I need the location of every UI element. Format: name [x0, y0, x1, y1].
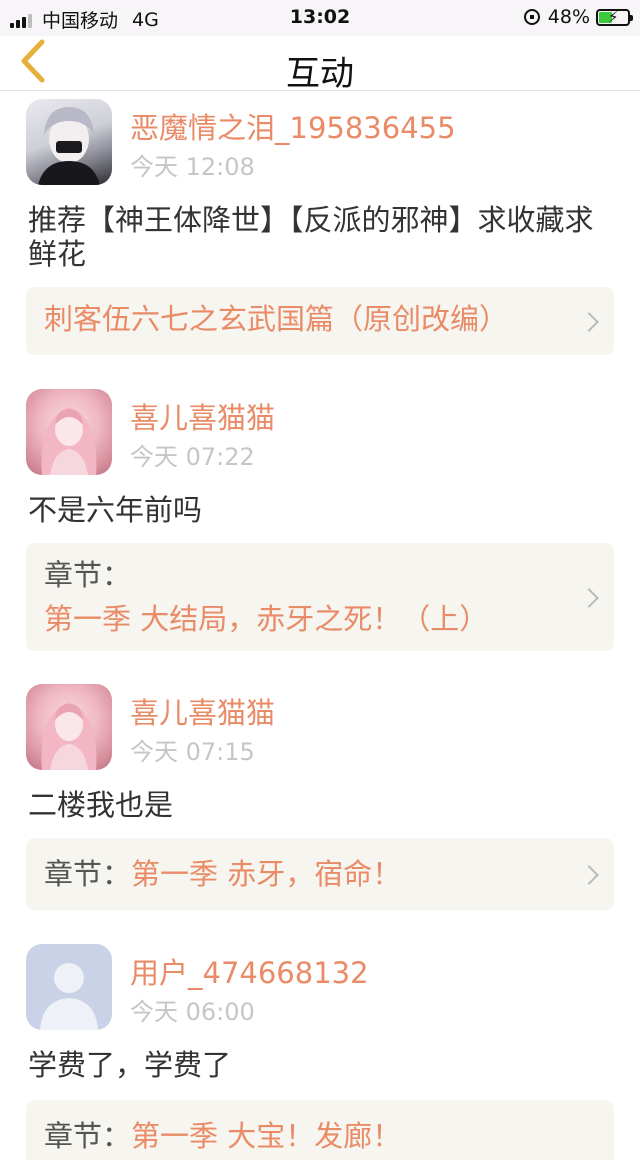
status-bar: 中国移动 4G 13:02 48% ⚡: [0, 0, 640, 36]
rotation-lock-icon: [523, 9, 540, 25]
comment-item: 喜儿喜猫猫 今天 07:22 不是六年前吗 章节： 第一季 大结局，赤牙之死！（上…: [0, 381, 640, 676]
comment-item: 恶魔情之泪_195836455 今天 12:08 推荐【神王体降世】【反派的邪神…: [0, 91, 640, 381]
novel-link-card[interactable]: 刺客伍六七之玄武国篇（原创改编）: [26, 287, 614, 355]
username[interactable]: 用户_474668132: [130, 950, 369, 992]
anime-girl-avatar[interactable]: [26, 684, 112, 770]
chapter-link-card[interactable]: 章节：第一季 赤牙，宿命！: [26, 838, 614, 910]
username[interactable]: 喜儿喜猫猫: [130, 395, 275, 437]
chapter-title: 第一季 大结局，赤牙之死！（上）: [44, 602, 489, 636]
battery-icon: ⚡: [596, 8, 633, 26]
post-time: 今天 12:08: [130, 153, 255, 181]
post-time: 今天 07:22: [130, 443, 255, 471]
anime-girl-avatar[interactable]: [26, 389, 112, 475]
chapter-label: 章节：: [44, 857, 132, 891]
chapter-link-card[interactable]: 章节：第一季 大宝！发廊！: [26, 1100, 614, 1160]
post-time: 今天 07:15: [130, 738, 255, 766]
nav-bar: 互动: [0, 36, 640, 94]
status-right: 48% ⚡: [523, 6, 633, 28]
comment-item: 喜儿喜猫猫 今天 07:15 二楼我也是 章节：第一季 赤牙，宿命！: [0, 676, 640, 936]
comment-item: 用户_474668132 今天 06:00 学费了，学费了 章节：第一季 大宝！…: [0, 936, 640, 1160]
card-title: 刺客伍六七之玄武国篇（原创改编）: [44, 302, 509, 336]
comment-text: 不是六年前吗: [28, 493, 203, 527]
post-time: 今天 06:00: [130, 998, 255, 1026]
chevron-right-icon: [579, 865, 599, 885]
username[interactable]: 喜儿喜猫猫: [130, 690, 275, 732]
chevron-right-icon: [579, 588, 599, 608]
comment-text: 学费了，学费了: [28, 1048, 232, 1082]
chapter-link-card[interactable]: 章节： 第一季 大结局，赤牙之死！（上）: [26, 543, 614, 651]
comment-text: 推荐【神王体降世】【反派的邪神】求收藏求鲜花: [28, 203, 594, 271]
chevron-right-icon: [579, 312, 599, 332]
chapter-label: 章节：: [44, 558, 132, 592]
page-title: 互动: [286, 54, 354, 94]
anime-boy-avatar[interactable]: [26, 99, 112, 185]
chapter-label: 章节：: [44, 1119, 132, 1153]
chapter-title: 第一季 赤牙，宿命！: [131, 857, 402, 891]
comment-text: 二楼我也是: [28, 788, 174, 822]
battery-percent: 48%: [547, 6, 590, 28]
chapter-title: 第一季 大宝！发廊！: [131, 1119, 402, 1153]
default-user-avatar[interactable]: [26, 944, 112, 1030]
username[interactable]: 恶魔情之泪_195836455: [130, 105, 456, 147]
